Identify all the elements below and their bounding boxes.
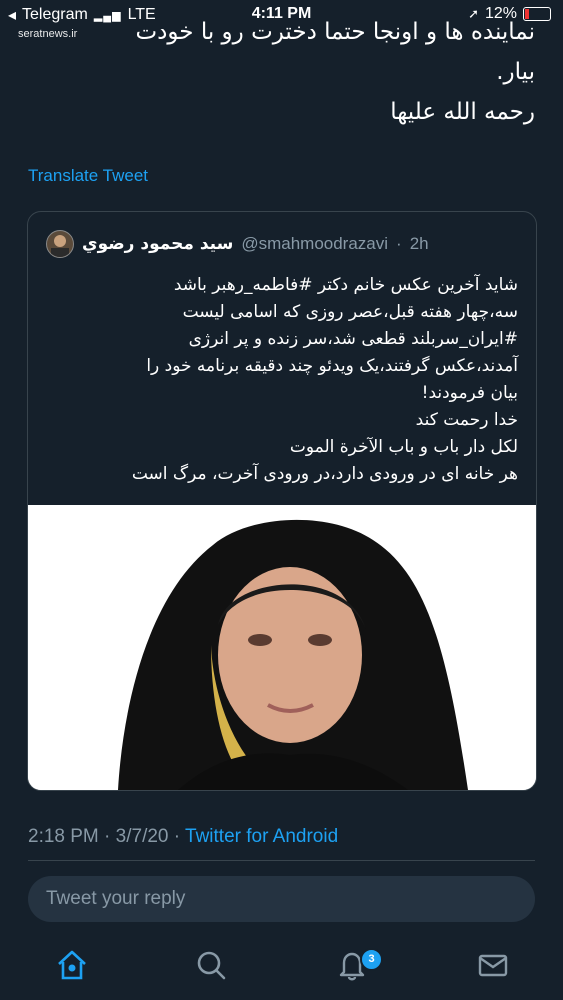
tweet-timestamp: 2:18 PM · 3/7/20 · Twitter for Android: [28, 826, 338, 848]
tweet-source-link[interactable]: Twitter for Android: [185, 826, 338, 847]
mail-icon[interactable]: [476, 948, 510, 982]
separator-dot: ·: [396, 234, 402, 253]
separator-dot: ·: [173, 826, 186, 847]
notification-badge: 3: [360, 948, 383, 971]
tweet-text: نماینده ها و اونجا حتما دخترت رو با خودت…: [135, 19, 535, 125]
quoted-author-name: سید محمود رضوي: [82, 234, 234, 254]
separator-dot: ·: [104, 826, 116, 847]
tab-bar: [0, 930, 563, 1000]
reply-input[interactable]: Tweet your reply: [28, 876, 535, 922]
tweet-date: 3/7/20: [115, 826, 169, 847]
quoted-author-handle: @smahmoodrazavi: [241, 234, 389, 253]
quoted-tweet-age: 2h: [409, 234, 429, 253]
home-icon[interactable]: [55, 948, 89, 982]
translate-tweet-link[interactable]: Translate Tweet: [28, 166, 148, 186]
tweet-time: 2:18 PM: [28, 826, 99, 847]
avatar[interactable]: [46, 230, 74, 258]
quoted-tweet[interactable]: سید محمود رضوي @smahmoodrazavi · 2h شاید…: [27, 211, 537, 791]
quoted-tweet-photo[interactable]: [28, 505, 536, 790]
quoted-tweet-header: سید محمود رضوي @smahmoodrazavi · 2h: [46, 229, 518, 259]
quoted-tweet-text: شاید آخرین عکس خانم دکتر #فاطمه_رهبر باش…: [131, 275, 518, 484]
divider: [28, 860, 535, 861]
search-icon[interactable]: [194, 948, 228, 982]
